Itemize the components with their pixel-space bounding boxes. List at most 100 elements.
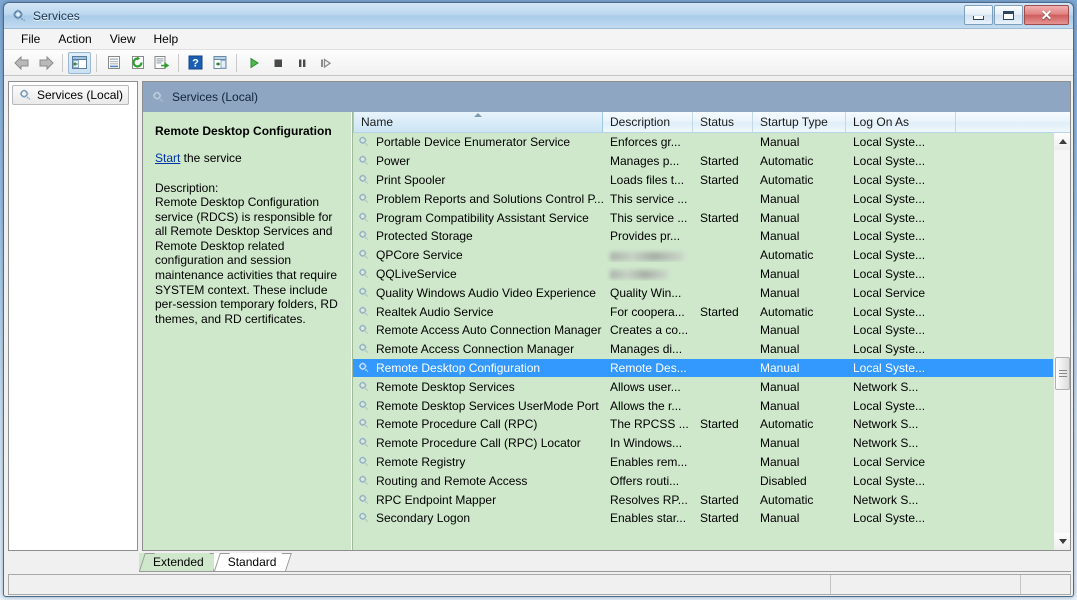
vertical-scrollbar[interactable] <box>1053 133 1070 550</box>
table-row[interactable]: Problem Reports and Solutions Control P.… <box>353 189 1053 208</box>
cell-startup-type: Manual <box>760 135 800 150</box>
column-header-startup-type[interactable]: Startup Type <box>753 112 846 132</box>
help-button[interactable]: ? <box>184 52 207 74</box>
service-gear-icon <box>357 455 371 469</box>
scrollbar-thumb[interactable] <box>1055 357 1070 390</box>
column-header-log-on-as-label: Log On As <box>853 115 910 129</box>
cell-log-on-as: Local Syste... <box>853 191 926 206</box>
forward-button[interactable] <box>34 52 57 74</box>
services-gear-icon <box>18 88 32 102</box>
close-button[interactable]: ✕ <box>1024 5 1069 25</box>
service-name-label: Secondary Logon <box>376 511 471 526</box>
cell-description: Quality Win... <box>610 285 682 300</box>
table-row[interactable]: QPCore Service Automatic Local Syste... <box>353 246 1053 265</box>
cell-status: Started <box>700 492 739 507</box>
column-header-status[interactable]: Status <box>693 112 753 132</box>
table-row[interactable]: RPC Endpoint Mapper Resolves RP... Started… <box>353 490 1053 509</box>
table-row[interactable]: Realtek Audio Service For coopera... Start… <box>353 302 1053 321</box>
cell-description: This service ... <box>610 191 688 206</box>
tab-extended[interactable]: Extended <box>139 553 220 571</box>
cell-log-on-as: Local Syste... <box>853 323 926 338</box>
stop-service-button[interactable] <box>266 52 289 74</box>
table-row[interactable]: Power Manages p... Started Automatic Local S… <box>353 152 1053 171</box>
cell-service-name: Remote Procedure Call (RPC) Locator <box>353 436 603 450</box>
cell-log-on-as: Network S... <box>853 436 919 451</box>
service-gear-icon <box>357 135 371 149</box>
table-row[interactable]: QQLiveService Manual Local Syste... <box>353 265 1053 284</box>
extended-description-pane: Remote Desktop Configuration Start the s… <box>143 112 352 550</box>
table-row[interactable]: Remote Registry Enables rem... Manual Local… <box>353 453 1053 472</box>
cell-status: Started <box>700 417 739 432</box>
status-bar-segment <box>1020 575 1070 594</box>
table-row-selected[interactable]: Remote Desktop Configuration Remote Des..… <box>353 358 1053 378</box>
pause-icon <box>298 59 305 67</box>
tree-node-services-local[interactable]: Services (Local) <box>12 85 130 105</box>
cell-service-name: RPC Endpoint Mapper <box>353 493 603 507</box>
start-service-link[interactable]: Start <box>155 151 180 165</box>
scroll-up-button[interactable] <box>1054 133 1070 150</box>
table-row[interactable]: Program Compatibility Assistant Service T… <box>353 208 1053 227</box>
back-button[interactable] <box>10 52 33 74</box>
forward-arrow-icon <box>39 55 54 70</box>
cell-description: Manages di... <box>610 342 683 357</box>
cell-startup-type: Manual <box>760 398 800 413</box>
services-list-pane: Name Description Status Startup Type Log On … <box>352 112 1070 550</box>
service-name-label: Realtek Audio Service <box>376 304 494 319</box>
table-row[interactable]: Secondary Logon Enables star... Started Man… <box>353 509 1053 528</box>
export-list-button[interactable] <box>150 52 173 74</box>
table-row[interactable]: Remote Procedure Call (RPC) The RPCSS ...… <box>353 415 1053 434</box>
service-name-label: Remote Desktop Services <box>376 379 515 394</box>
table-row[interactable]: Remote Desktop Services UserMode Port ..… <box>353 396 1053 415</box>
cell-service-name: Power <box>353 154 603 168</box>
minimize-button[interactable] <box>964 5 993 25</box>
menu-view[interactable]: View <box>101 30 145 48</box>
table-row[interactable]: Remote Procedure Call (RPC) Locator In Wi… <box>353 434 1053 453</box>
pause-service-button[interactable] <box>290 52 313 74</box>
cell-service-name: Remote Desktop Configuration <box>353 361 603 375</box>
table-row[interactable]: Portable Device Enumerator Service Enforc… <box>353 133 1053 152</box>
column-header-log-on-as[interactable]: Log On As <box>846 112 956 132</box>
column-header-name[interactable]: Name <box>353 112 603 132</box>
services-list-rows: Portable Device Enumerator Service Enforc… <box>353 133 1053 550</box>
column-header-description[interactable]: Description <box>603 112 693 132</box>
cell-startup-type: Manual <box>760 323 800 338</box>
properties-button[interactable] <box>102 52 125 74</box>
menu-file[interactable]: File <box>12 30 49 48</box>
service-gear-icon <box>357 154 371 168</box>
table-row[interactable]: Remote Desktop Services Allows user... Man… <box>353 377 1053 396</box>
table-row[interactable]: Quality Windows Audio Video Experience Qu… <box>353 283 1053 302</box>
table-row[interactable]: Remote Access Auto Connection Manager Cre… <box>353 321 1053 340</box>
refresh-button[interactable] <box>126 52 149 74</box>
cell-startup-type: Manual <box>760 342 800 357</box>
export-list-icon <box>154 56 170 69</box>
status-bar-segment <box>830 575 1020 594</box>
cell-log-on-as: Network S... <box>853 379 919 394</box>
cell-status: Started <box>700 511 739 526</box>
cell-log-on-as: Local Syste... <box>853 304 926 319</box>
cell-service-name: Remote Desktop Services UserMode Port ..… <box>353 399 603 413</box>
table-row[interactable]: Protected Storage Provides pr... Manual Loc… <box>353 227 1053 246</box>
show-hide-tree-button[interactable] <box>68 51 91 74</box>
column-header-description-label: Description <box>610 115 671 129</box>
minimize-icon <box>973 15 984 20</box>
cell-status: Started <box>700 210 739 225</box>
cell-description: Manages p... <box>610 154 680 169</box>
table-row[interactable]: Routing and Remote Access Offers routi...… <box>353 471 1053 490</box>
cell-description: Creates a co... <box>610 323 689 338</box>
tab-standard[interactable]: Standard <box>213 553 293 571</box>
menu-help[interactable]: Help <box>145 30 188 48</box>
scroll-down-button[interactable] <box>1054 533 1070 550</box>
restart-service-button[interactable] <box>314 52 337 74</box>
scrollbar-grip-icon <box>1058 368 1067 379</box>
show-hide-action-pane-button[interactable] <box>208 52 231 74</box>
body-area: Services (Local) Services (Local) Remote… <box>8 81 1071 551</box>
start-service-button[interactable] <box>242 52 265 74</box>
maximize-button[interactable] <box>994 5 1023 25</box>
table-row[interactable]: Remote Access Connection Manager Manages … <box>353 340 1053 359</box>
table-row[interactable]: Print Spooler Loads files t... Started Auto… <box>353 171 1053 190</box>
cell-status: Started <box>700 154 739 169</box>
menu-action[interactable]: Action <box>49 30 100 48</box>
redacted-description <box>610 251 684 261</box>
title-bar: Services ✕ <box>4 3 1073 29</box>
scroll-up-arrow-icon <box>1058 139 1067 144</box>
